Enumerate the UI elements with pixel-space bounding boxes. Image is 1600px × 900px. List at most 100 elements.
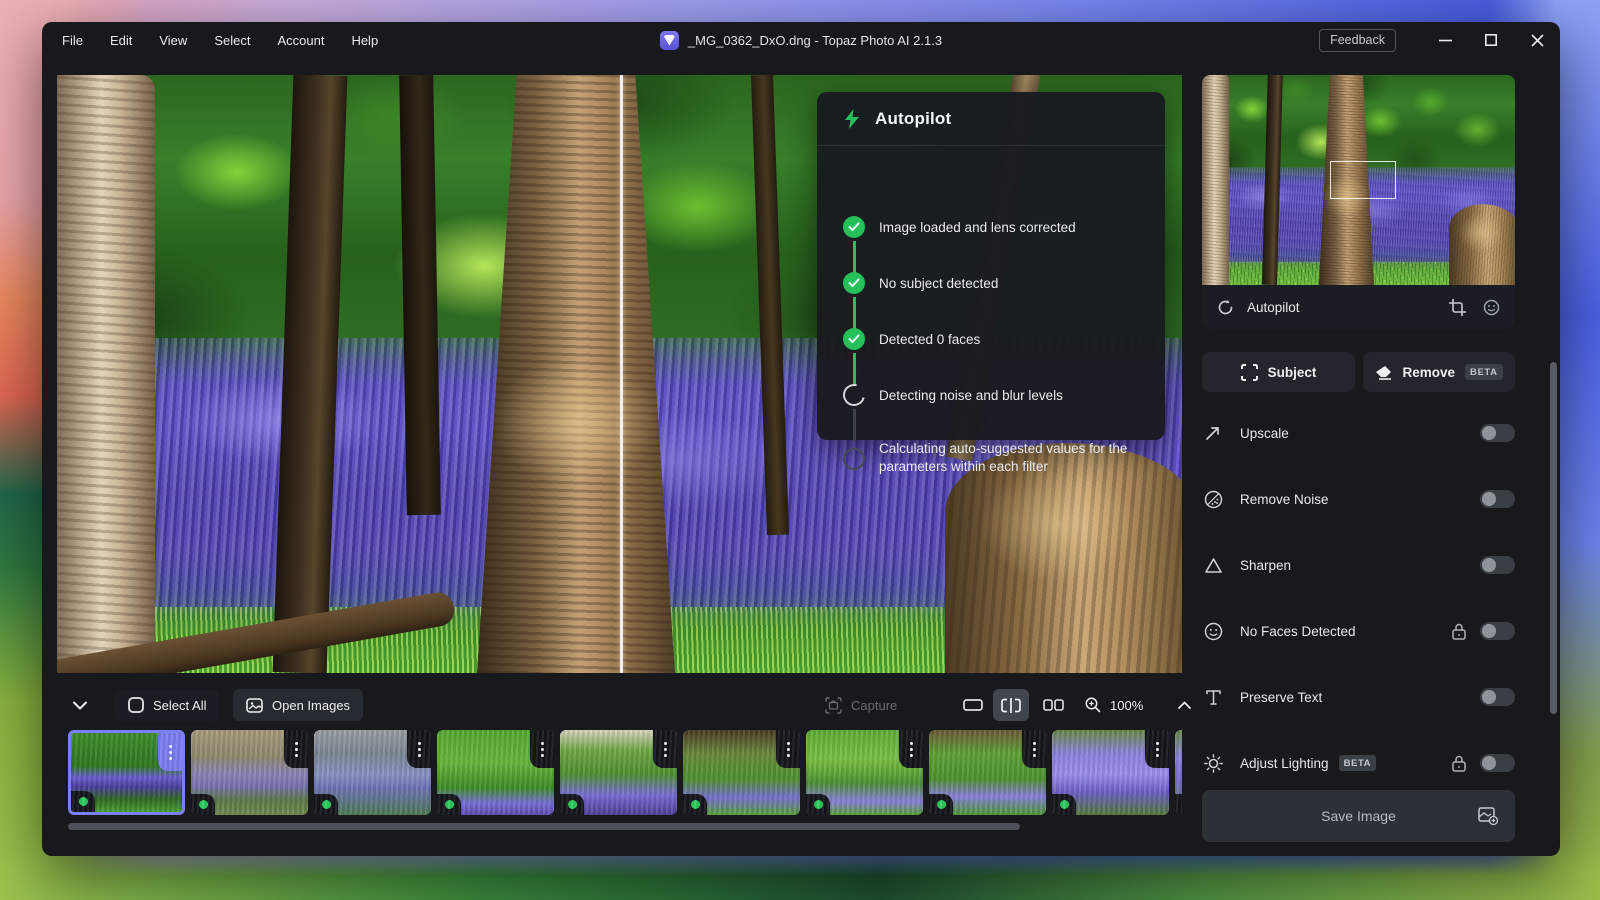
thumbnail-menu-icon[interactable] (530, 730, 554, 768)
filter-label: No Faces Detected (1240, 624, 1356, 639)
thumbnail-status-dot (71, 791, 95, 812)
autopilot-bar: Autopilot (1202, 285, 1515, 329)
close-button[interactable] (1514, 22, 1560, 58)
split-view-icon (1000, 698, 1022, 713)
view-mode-side-by-side-button[interactable] (1035, 689, 1071, 721)
tree-trunk (57, 75, 155, 673)
thumbnail-menu-icon[interactable] (899, 730, 923, 768)
photo-canvas[interactable]: Autopilot Image loaded and lens correcte… (57, 75, 1182, 673)
image-icon (246, 698, 263, 713)
view-mode-split-button[interactable] (993, 689, 1029, 721)
thumbnail-menu-icon[interactable] (776, 730, 800, 768)
filter-label: Remove Noise (1240, 492, 1329, 507)
side-by-side-icon (1043, 699, 1064, 711)
face-recovery-toggle[interactable] (1480, 622, 1515, 640)
thumbnail-status-dot (191, 794, 215, 815)
filmstrip-collapse-button[interactable] (63, 689, 97, 721)
thumbnail-9[interactable] (1052, 730, 1169, 815)
sun-icon (1202, 754, 1224, 773)
thumbnail-status-dot (1052, 794, 1076, 815)
step-label: Detecting noise and blur levels (879, 387, 1154, 405)
autopilot-panel-title: Autopilot (875, 109, 951, 129)
menu-account[interactable]: Account (277, 33, 324, 48)
thumbnail-status-dot (806, 794, 830, 815)
subject-button[interactable]: Subject (1202, 352, 1355, 392)
thumbnail-status-dot (683, 794, 707, 815)
save-image-button[interactable]: Save Image (1202, 790, 1515, 842)
step-done-icon (843, 328, 865, 350)
zoom-menu-button[interactable] (1169, 689, 1199, 721)
step-label: Image loaded and lens corrected (879, 219, 1154, 237)
preserve-text-toggle[interactable] (1480, 688, 1515, 706)
upscale-toggle[interactable] (1480, 424, 1515, 442)
upscale-icon (1202, 424, 1224, 442)
thumbnail-status-dot (1175, 794, 1182, 815)
thumbnail-3[interactable] (314, 730, 431, 815)
view-mode-single-button[interactable] (955, 689, 991, 721)
thumbnail-8[interactable] (929, 730, 1046, 815)
filter-label: Adjust Lighting (1240, 756, 1329, 771)
thumbnail-7[interactable] (806, 730, 923, 815)
thumbnail-menu-icon[interactable] (407, 730, 431, 768)
filter-label: Sharpen (1240, 558, 1291, 573)
remove-noise-toggle[interactable] (1480, 490, 1515, 508)
sharpen-toggle[interactable] (1480, 556, 1515, 574)
zoom-control[interactable]: 100% (1085, 689, 1143, 721)
filter-row-sharpen: Sharpen (1202, 532, 1515, 598)
filter-row-upscale: Upscale (1202, 400, 1515, 466)
step-pending-icon (843, 448, 865, 470)
sharpen-icon (1202, 557, 1224, 574)
thumbnail-menu-icon[interactable] (284, 730, 308, 768)
compare-split-handle[interactable] (620, 75, 623, 673)
select-all-button[interactable]: Select All (115, 689, 219, 721)
subject-brackets-icon (1241, 364, 1258, 381)
thumbnail-menu-icon[interactable] (158, 733, 182, 771)
filmstrip-scrollbar[interactable] (68, 823, 1020, 830)
maximize-button[interactable] (1468, 22, 1514, 58)
thumbnail-menu-icon[interactable] (1145, 730, 1169, 768)
menu-file[interactable]: File (62, 33, 83, 48)
thumbnail-2[interactable] (191, 730, 308, 815)
step-spinner-icon (839, 380, 869, 410)
thumbnail-menu-icon[interactable] (653, 730, 677, 768)
menu-help[interactable]: Help (351, 33, 378, 48)
eraser-icon (1375, 365, 1392, 380)
sidebar-scrollbar[interactable] (1550, 362, 1557, 714)
lightning-bolt-icon (844, 109, 860, 129)
menu-edit[interactable]: Edit (110, 33, 132, 48)
noise-icon (1202, 490, 1224, 509)
thumbnail-5[interactable] (560, 730, 677, 815)
filter-label: Preserve Text (1240, 690, 1322, 705)
remove-button-label: Remove (1402, 365, 1455, 380)
thumbnail-status-dot (314, 794, 338, 815)
thumbnail-10[interactable] (1175, 730, 1182, 815)
filter-row-remove-noise: Remove Noise (1202, 466, 1515, 532)
menu-view[interactable]: View (159, 33, 187, 48)
thumbnail-6[interactable] (683, 730, 800, 815)
step-label: Detected 0 faces (879, 331, 1154, 349)
minimize-button[interactable] (1422, 22, 1468, 58)
feedback-button[interactable]: Feedback (1319, 29, 1396, 52)
thumbnail-menu-icon[interactable] (1022, 730, 1046, 768)
open-images-button[interactable]: Open Images (233, 689, 363, 721)
capture-button[interactable]: Capture (825, 689, 897, 721)
navigator-viewport-rect[interactable] (1330, 161, 1396, 199)
adjust-lighting-toggle[interactable] (1480, 754, 1515, 772)
crop-icon[interactable] (1449, 299, 1466, 316)
filter-row-preserve-text: Preserve Text (1202, 664, 1515, 730)
refresh-icon[interactable] (1217, 299, 1234, 316)
step-label: No subject detected (879, 275, 1154, 293)
step-done-icon (843, 272, 865, 294)
select-all-checkbox[interactable] (128, 697, 144, 713)
filter-label: Upscale (1240, 426, 1289, 441)
thumbnail-4[interactable] (437, 730, 554, 815)
remove-button[interactable]: Remove BETA (1363, 352, 1515, 392)
thumbnail-1-selected[interactable] (68, 730, 185, 815)
capture-label: Capture (851, 698, 897, 713)
lock-icon (1452, 755, 1466, 772)
navigator-preview[interactable] (1202, 75, 1515, 285)
face-detect-icon[interactable] (1483, 299, 1500, 316)
menu-select[interactable]: Select (214, 33, 250, 48)
beta-badge: BETA (1339, 755, 1377, 771)
window-title: _MG_0362_DxO.dng - Topaz Photo AI 2.1.3 (688, 33, 942, 48)
